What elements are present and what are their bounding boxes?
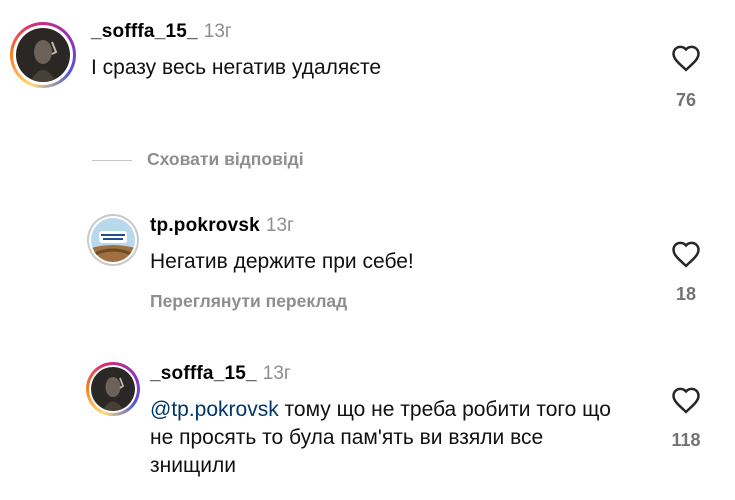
comment-text: Негатив держите при себе! (150, 250, 414, 273)
avatar-sofffa[interactable] (86, 362, 140, 416)
like-count: 118 (671, 430, 701, 450)
avatar-sofffa[interactable] (10, 22, 76, 88)
comment-text: @tp.pokrovsk тому що не треба робити тог… (150, 396, 628, 480)
avatar-tp-pokrovsk[interactable] (87, 214, 139, 266)
heart-icon (672, 387, 700, 414)
comment-username[interactable]: _sofffa_15_ (150, 363, 257, 384)
comment-time: 13г (262, 363, 291, 384)
comment-username[interactable]: tp.pokrovsk (150, 215, 260, 236)
like-count: 76 (675, 90, 697, 110)
comment-time: 13г (265, 215, 294, 236)
replies-divider (92, 160, 132, 161)
comment-time: 13г (203, 21, 232, 42)
comment-username[interactable]: _sofffa_15_ (91, 21, 198, 42)
see-translation-button[interactable]: Переглянути переклад (150, 291, 347, 312)
comment-text: І сразу весь негатив удаляєте (91, 56, 382, 79)
heart-icon (672, 241, 700, 268)
like-button[interactable] (671, 386, 701, 419)
avatar-image (91, 367, 135, 411)
hide-replies-button[interactable]: Сховати відповіді (147, 149, 304, 170)
like-button[interactable] (671, 240, 701, 273)
heart-icon (672, 45, 700, 72)
like-count: 18 (675, 284, 697, 304)
avatar-image (16, 28, 70, 82)
mention-link[interactable]: @tp.pokrovsk (150, 398, 279, 421)
like-button[interactable] (671, 44, 701, 77)
avatar-image (91, 218, 135, 262)
